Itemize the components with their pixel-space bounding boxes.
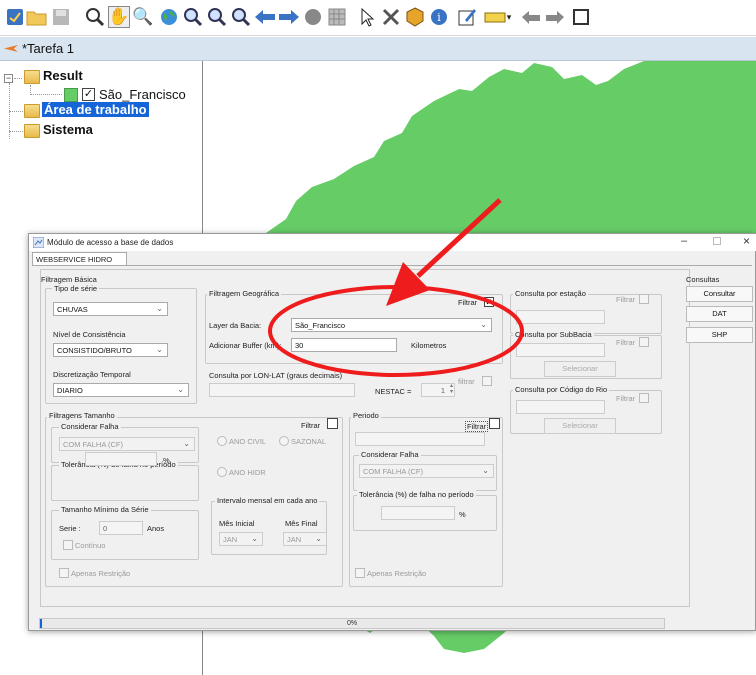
annotation-overlay	[268, 198, 524, 377]
arrow-shaft	[416, 198, 502, 278]
